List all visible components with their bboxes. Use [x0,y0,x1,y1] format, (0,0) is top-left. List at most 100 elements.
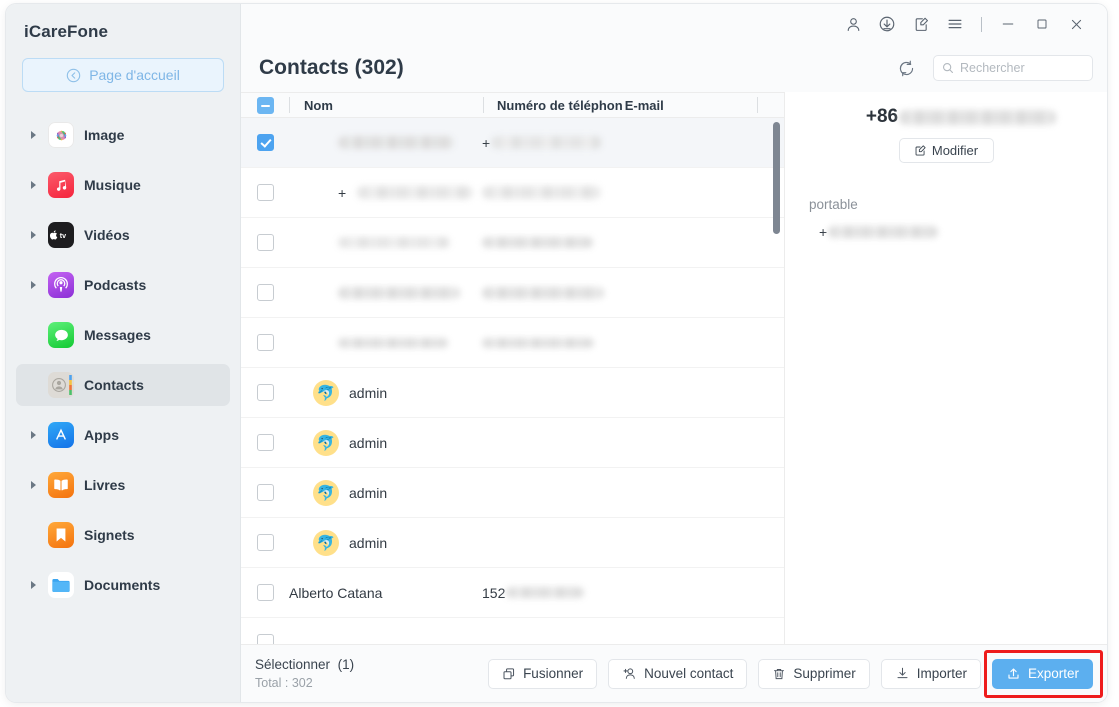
window-titlebar [241,4,1107,44]
minimize-button[interactable] [991,9,1025,39]
row-checkbox-cell [241,534,289,551]
row-checkbox[interactable] [256,184,274,201]
table-row[interactable] [241,218,784,268]
import-button-label: Importer [916,666,967,681]
search-box[interactable] [933,55,1093,81]
sidebar-item-podcasts[interactable]: Podcasts [16,264,230,306]
cell-name [289,237,482,248]
sidebar-item-label: Musique [84,177,141,193]
redacted-phone [482,286,604,299]
table-row[interactable] [241,618,784,644]
sidebar-item-documents[interactable]: Documents [16,564,230,606]
sidebar-item-contacts[interactable]: Contacts [16,364,230,406]
contact-detail-pane: +86 Modifier portable + [785,92,1107,644]
chevron-right-icon[interactable] [28,131,38,139]
column-header-email[interactable]: E-mail [623,98,664,113]
selected-count: (1) [337,656,355,672]
redacted-name [357,186,474,199]
download-icon[interactable] [870,9,904,39]
redacted-detail-phone [899,109,1057,125]
sidebar-item-messages[interactable]: Messages [16,314,230,356]
selection-info: Sélectionner (1) Total : 302 [255,655,354,693]
table-row[interactable]: 🐬 admin [241,518,784,568]
main-area: Contacts (302) Rechercher Nom Numéro de … [241,4,1107,702]
table-row[interactable]: Alberto Catana 152 [241,568,784,618]
search-icon [942,62,954,74]
folder-icon [48,572,74,598]
close-button[interactable] [1059,9,1093,39]
chevron-right-icon[interactable] [28,481,38,489]
merge-button[interactable]: Fusionner [488,658,598,689]
row-checkbox[interactable] [256,484,274,501]
sidebar-item-label: Messages [84,327,151,343]
row-checkbox[interactable] [256,434,274,451]
row-checkbox-cell [241,134,289,151]
delete-button[interactable]: Supprimer [758,658,870,689]
name-prefix: + [338,184,347,201]
row-checkbox-cell [241,384,289,401]
search-input[interactable] [960,61,1084,75]
sidebar-item-image[interactable]: Image [16,114,230,156]
chevron-right-icon[interactable] [28,281,38,289]
table-row[interactable]: 🐬 admin [241,468,784,518]
export-button[interactable]: Exporter [991,658,1093,689]
feedback-icon[interactable] [904,9,938,39]
app-window: iCareFone Page d'accueil Image Musique t… [6,4,1107,702]
edit-icon [914,144,927,157]
column-header-name[interactable]: Nom [290,98,483,113]
sidebar-item-label: Documents [84,577,161,593]
table-header-row: Nom Numéro de téléphon E-mail [241,92,784,118]
redacted-phone [482,337,594,348]
chevron-right-icon[interactable] [28,181,38,189]
table-row[interactable] [241,318,784,368]
chevron-right-icon[interactable] [28,231,38,239]
table-row[interactable]: + [241,168,784,218]
cell-phone [482,337,784,348]
home-button[interactable]: Page d'accueil [22,58,224,92]
export-button-label: Exporter [1027,666,1079,681]
account-icon[interactable] [836,9,870,39]
sidebar-item-apps[interactable]: Apps [16,414,230,456]
footer-toolbar: Sélectionner (1) Total : 302 Fusionner N… [241,644,1107,702]
row-checkbox[interactable] [256,534,274,551]
sidebar-item-videos[interactable]: tv Vidéos [16,214,230,256]
table-row[interactable]: 🐬 admin [241,368,784,418]
chevron-right-icon[interactable] [28,431,38,439]
select-all-checkbox[interactable] [256,96,274,114]
detail-phone-row: +86 [785,106,1107,128]
row-checkbox[interactable] [256,384,274,401]
row-checkbox-cell [241,484,289,501]
phone-visible-part: 152 [482,584,506,601]
table-row[interactable]: 🐬 admin [241,418,784,468]
edit-button[interactable]: Modifier [898,138,994,163]
table-scrollbar[interactable] [773,122,780,234]
chevron-right-icon[interactable] [28,581,38,589]
svg-text:tv: tv [60,232,66,240]
contact-name: admin [349,434,388,451]
header-actions [893,55,1093,81]
column-header-phone[interactable]: Numéro de téléphon [484,98,623,113]
sidebar-item-label: Contacts [84,377,144,393]
sidebar-item-signets[interactable]: Signets [16,514,230,556]
home-button-label: Page d'accueil [89,67,180,83]
sidebar-item-musique[interactable]: Musique [16,164,230,206]
cell-name: 🐬 admin [289,379,482,406]
row-checkbox[interactable] [256,634,274,644]
table-row[interactable]: + [241,118,784,168]
detail-section-portable: portable + [785,197,1107,240]
detail-value-prefix: + [819,224,828,240]
menu-icon[interactable] [938,9,972,39]
import-button[interactable]: Importer [880,658,981,689]
sidebar-item-livres[interactable]: Livres [16,464,230,506]
row-checkbox[interactable] [256,134,274,151]
table-row[interactable] [241,268,784,318]
row-checkbox[interactable] [256,284,274,301]
refresh-icon[interactable] [893,55,919,81]
new-contact-button[interactable]: Nouvel contact [608,658,748,689]
row-checkbox[interactable] [256,334,274,351]
cell-name: 🐬 admin [289,479,482,506]
row-checkbox[interactable] [256,584,274,601]
maximize-button[interactable] [1025,9,1059,39]
row-checkbox[interactable] [256,234,274,251]
sidebar-nav: Image Musique tv Vidéos Podcasts Message… [6,114,240,606]
